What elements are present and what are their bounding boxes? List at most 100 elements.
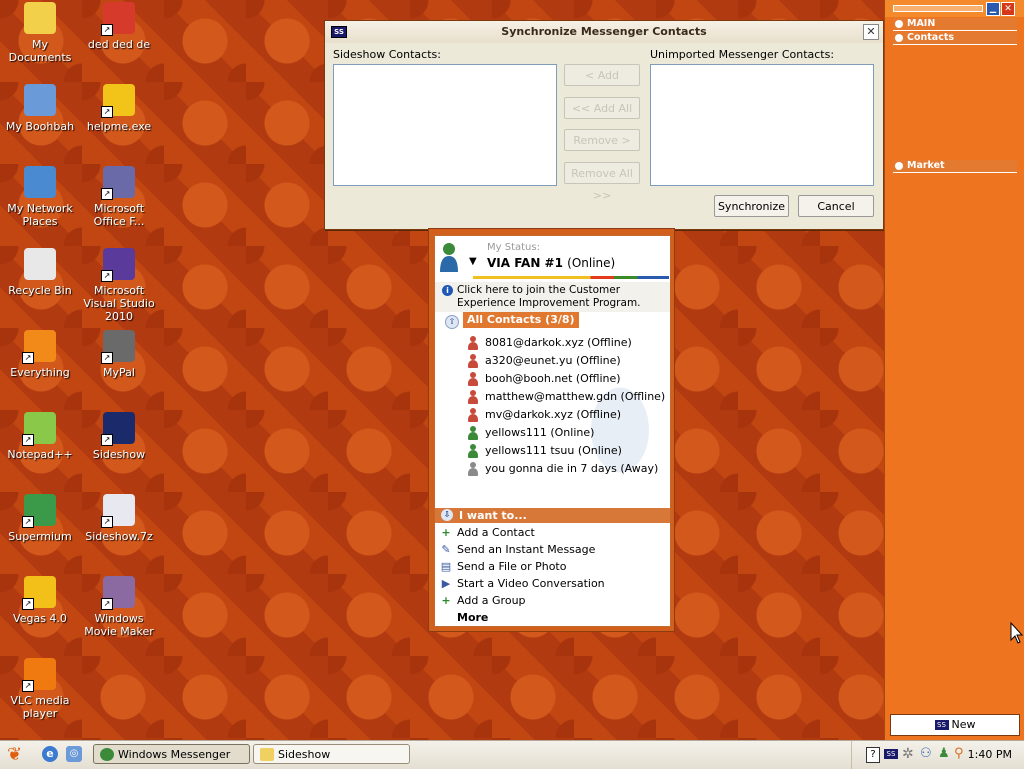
synchronize-button[interactable]: Synchronize (714, 195, 789, 217)
gear-icon[interactable]: ✲ (902, 746, 914, 762)
yellow-bird-icon: ↗ (101, 84, 135, 118)
new-button[interactable]: SS New (890, 714, 1020, 736)
contact-item[interactable]: mv@darkok.xyz (Offline) (467, 406, 621, 424)
contact-item[interactable]: booh@booh.net (Offline) (467, 370, 621, 388)
add-all-button[interactable]: << Add All (564, 97, 640, 119)
notepad-icon: ↗ (22, 412, 56, 446)
cancel-button[interactable]: Cancel (798, 195, 874, 217)
message-icon: ✎ (441, 543, 451, 556)
quick-launch-icon[interactable]: ◎ (66, 746, 82, 762)
folder-documents-icon (24, 2, 56, 34)
desktop-icon[interactable]: ↗ Notepad++ (0, 412, 80, 461)
contact-name: booh@booh.net (Offline) (485, 372, 621, 385)
desktop-icon[interactable]: ↗ Microsoft Visual Studio 2010 (79, 248, 159, 323)
sync-dialog-titlebar[interactable]: SS Synchronize Messenger Contacts ✕ (325, 21, 883, 43)
contact-offline-icon (467, 354, 479, 368)
contact-item[interactable]: 8081@darkok.xyz (Offline) (467, 334, 632, 352)
i-want-to-header[interactable]: ⇩ I want to... (435, 508, 670, 523)
desktop-icon[interactable]: ↗ Windows Movie Maker (79, 576, 159, 638)
desktop-icon[interactable]: My Boohbah (0, 84, 80, 133)
contact-online-icon (467, 426, 479, 440)
ceip-info-row[interactable]: i Click here to join the Customer Experi… (435, 282, 670, 312)
desktop-icon-label: Vegas 4.0 (13, 612, 67, 625)
desktop-icon[interactable]: ↗ ded ded de (79, 2, 159, 51)
my-status-name[interactable]: VIA FAN #1 (Online) (487, 256, 615, 270)
network-icon (24, 166, 56, 198)
help-icon[interactable]: ? (866, 747, 880, 763)
sideshow-tray-icon[interactable]: SS (884, 749, 898, 759)
sideshow-logo-icon: SS (331, 26, 347, 38)
start-button-icon[interactable]: ❦ (7, 745, 22, 765)
contact-item[interactable]: yellows111 tsuu (Online) (467, 442, 622, 460)
status-dropdown-arrow-icon[interactable]: ▼ (469, 256, 477, 267)
messenger-tray-icon[interactable]: ♟ (938, 746, 950, 761)
contact-item[interactable]: a320@eunet.yu (Offline) (467, 352, 621, 370)
angry-bird-icon: ↗ (101, 2, 135, 36)
sideshow-contacts-list[interactable] (333, 64, 557, 186)
new-label: New (951, 718, 976, 731)
movie-maker-icon: ↗ (101, 576, 135, 610)
desktop-icon-label: Supermium (8, 530, 72, 543)
taskbar-button[interactable]: Sideshow (253, 744, 410, 764)
task-item[interactable]: ▤ Send a File or Photo (439, 558, 567, 575)
buddy-avatar-icon[interactable] (439, 242, 459, 274)
task-item[interactable]: + Add a Contact (439, 524, 535, 541)
desktop-icon[interactable]: ↗ Sideshow (79, 412, 159, 461)
desktop-icon[interactable]: Recycle Bin (0, 248, 80, 297)
desktop-icon[interactable]: ↗ Sideshow.7z (79, 494, 159, 543)
sideshow-logo-icon: SS (934, 720, 949, 730)
sidebar-section-contacts[interactable]: Contacts (893, 32, 1017, 45)
task-item[interactable]: + Add a Group (439, 592, 526, 609)
desktop-icon[interactable]: ↗ Supermium (0, 494, 80, 543)
task-label: Add a Group (457, 594, 526, 607)
close-icon[interactable]: ✕ (863, 24, 879, 40)
plus-icon: + (441, 594, 451, 607)
task-item[interactable]: ▶ Start a Video Conversation (439, 575, 605, 592)
desktop-icon-label: My Boohbah (5, 120, 75, 133)
ceip-text: Click here to join the Customer Experien… (457, 284, 641, 309)
task-label: Add a Contact (457, 526, 535, 539)
desktop-icon[interactable]: ↗ Microsoft Office F... (79, 166, 159, 228)
section-label: MAIN (907, 18, 936, 29)
close-sidebar-icon[interactable]: ✕ (1001, 2, 1015, 16)
messenger-window: ▼ My Status: VIA FAN #1 (Online) i Click… (428, 228, 675, 632)
all-contacts-group[interactable]: All Contacts (3/8) (463, 312, 579, 328)
status-color-bar (473, 276, 669, 279)
contact-item[interactable]: yellows111 (Online) (467, 424, 594, 442)
mouse-cursor-icon (1010, 622, 1024, 644)
contact-offline-icon (467, 336, 479, 350)
desktop-icon-label: My Documents (8, 38, 72, 64)
desktop-icon[interactable]: ↗ VLC media player (0, 658, 80, 720)
internet-explorer-icon[interactable]: e (42, 746, 58, 762)
contact-item[interactable]: you gonna die in 7 days (Away) (467, 460, 658, 478)
desktop-icon[interactable]: ↗ Everything (0, 330, 80, 379)
taskbar-button[interactable]: Windows Messenger (93, 744, 250, 764)
desktop-icon[interactable]: ↗ Vegas 4.0 (0, 576, 80, 625)
remove-button[interactable]: Remove > (564, 129, 640, 151)
sidebar-grip[interactable] (893, 5, 983, 12)
task-item[interactable]: ✎ Send an Instant Message (439, 541, 595, 558)
sync-dialog: SS Synchronize Messenger Contacts ✕ Side… (324, 20, 884, 230)
sidebar-section-market[interactable]: Market (893, 160, 1017, 173)
desktop-icon[interactable]: ↗ MyPal (79, 330, 159, 379)
unimported-contacts-list[interactable] (650, 64, 874, 186)
shortcut-arrow-icon: ↗ (101, 434, 113, 446)
desktop-icon[interactable]: My Network Places (0, 166, 80, 228)
contact-name: 8081@darkok.xyz (Offline) (485, 336, 632, 349)
messenger-icon (100, 748, 114, 761)
desktop-icon-label: helpme.exe (86, 120, 152, 133)
sidebar-section-main[interactable]: MAIN (893, 18, 1017, 31)
add-button[interactable]: < Add (564, 64, 640, 86)
contact-item[interactable]: matthew@matthew.gdn (Offline) (467, 388, 665, 406)
network-tray-icon[interactable]: ⚇ (920, 746, 932, 761)
more-link[interactable]: More (457, 609, 488, 626)
shortcut-arrow-icon: ↗ (101, 352, 113, 364)
desktop-icon[interactable]: My Documents (0, 2, 80, 64)
minimize-icon[interactable]: ▁ (986, 2, 1000, 16)
desktop-icon[interactable]: ↗ helpme.exe (79, 84, 159, 133)
collapse-group-icon[interactable]: ⇧ (445, 315, 459, 329)
display-status: (Online) (567, 256, 616, 270)
search-icon[interactable]: ⚲ (954, 746, 964, 761)
collapse-tasks-icon[interactable]: ⇩ (441, 509, 453, 521)
remove-all-button[interactable]: Remove All >> (564, 162, 640, 202)
